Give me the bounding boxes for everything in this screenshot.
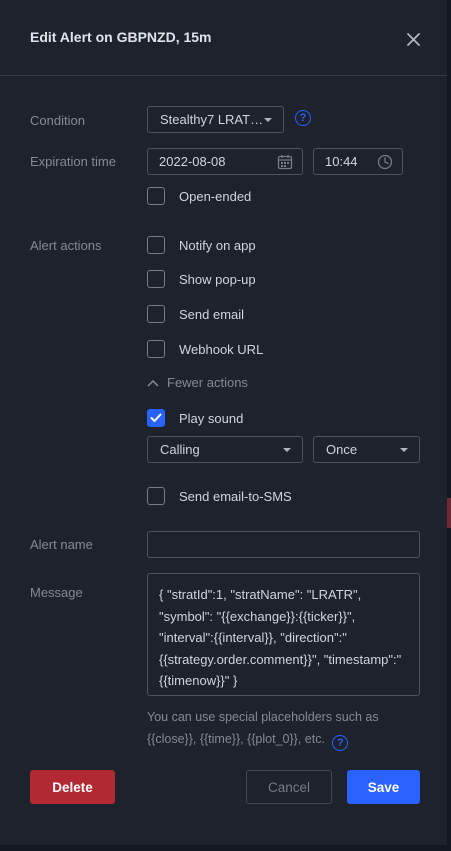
- show-popup-checkbox[interactable]: Show pop-up: [147, 270, 256, 288]
- checkbox-box[interactable]: [147, 187, 165, 205]
- sound-repeat-select[interactable]: Once: [313, 436, 420, 463]
- open-ended-checkbox[interactable]: Open-ended: [147, 187, 251, 205]
- message-label: Message: [30, 585, 83, 600]
- notify-on-app-label: Notify on app: [179, 237, 256, 253]
- clock-icon[interactable]: [377, 154, 393, 173]
- send-email-to-sms-checkbox[interactable]: Send email-to-SMS: [147, 487, 292, 505]
- cancel-button[interactable]: Cancel: [246, 770, 332, 804]
- chevron-up-icon: [147, 379, 159, 386]
- dialog-title: Edit Alert on GBPNZD, 15m: [30, 29, 212, 45]
- delete-button[interactable]: Delete: [30, 770, 115, 804]
- send-email-label: Send email: [179, 306, 245, 322]
- message-hint: You can use special placeholders such as…: [147, 707, 407, 752]
- placeholders-help-icon[interactable]: ?: [332, 735, 349, 752]
- condition-label: Condition: [30, 113, 85, 128]
- checkbox-box[interactable]: [147, 305, 165, 323]
- header-divider: [0, 75, 447, 76]
- edit-alert-dialog: Edit Alert on GBPNZD, 15m Condition Stea…: [0, 0, 447, 845]
- condition-select-value: Stealthy7 LRAT…: [160, 112, 264, 127]
- expiration-time-value: 10:44: [325, 154, 358, 169]
- sound-select-value: Calling: [160, 442, 200, 457]
- close-icon: [406, 32, 420, 46]
- alert-name-label: Alert name: [30, 537, 93, 552]
- checkbox-box[interactable]: [147, 270, 165, 288]
- close-button[interactable]: [402, 28, 424, 50]
- alert-name-input[interactable]: [147, 531, 420, 558]
- expiration-time-input[interactable]: 10:44: [313, 148, 403, 175]
- check-icon: [150, 413, 162, 422]
- chevron-down-icon: [283, 448, 291, 452]
- checkbox-box[interactable]: [147, 340, 165, 358]
- condition-help-icon[interactable]: ?: [295, 110, 311, 126]
- webhook-url-label: Webhook URL: [179, 341, 264, 357]
- sound-select[interactable]: Calling: [147, 436, 303, 463]
- play-sound-checkbox[interactable]: Play sound: [147, 409, 243, 427]
- background-edge: [447, 0, 451, 851]
- checkbox-box[interactable]: [147, 409, 165, 427]
- fewer-actions-toggle[interactable]: Fewer actions: [147, 375, 248, 390]
- expiration-date-value: 2022-08-08: [159, 154, 226, 169]
- sound-repeat-value: Once: [326, 442, 358, 457]
- background-bottom: [0, 845, 451, 851]
- webhook-url-checkbox[interactable]: Webhook URL: [147, 340, 263, 358]
- message-textarea[interactable]: { "stratId":1, "stratName": "LRATR", "sy…: [147, 573, 420, 696]
- expiration-label: Expiration time: [30, 154, 116, 169]
- fewer-actions-label: Fewer actions: [167, 375, 248, 390]
- background-chart-marker: [447, 498, 451, 528]
- notify-on-app-checkbox[interactable]: Notify on app: [147, 236, 256, 254]
- checkbox-box[interactable]: [147, 487, 165, 505]
- show-popup-label: Show pop-up: [179, 271, 256, 287]
- calendar-icon[interactable]: [277, 154, 293, 173]
- save-button[interactable]: Save: [347, 770, 420, 804]
- condition-select[interactable]: Stealthy7 LRAT…: [147, 106, 284, 133]
- alert-actions-label: Alert actions: [30, 238, 102, 253]
- expiration-date-input[interactable]: 2022-08-08: [147, 148, 303, 175]
- checkbox-box[interactable]: [147, 236, 165, 254]
- open-ended-label: Open-ended: [179, 188, 252, 204]
- send-email-checkbox[interactable]: Send email: [147, 305, 244, 323]
- send-email-to-sms-label: Send email-to-SMS: [179, 488, 292, 504]
- play-sound-label: Play sound: [179, 410, 244, 426]
- chevron-down-icon: [400, 448, 408, 452]
- chevron-down-icon: [264, 118, 272, 122]
